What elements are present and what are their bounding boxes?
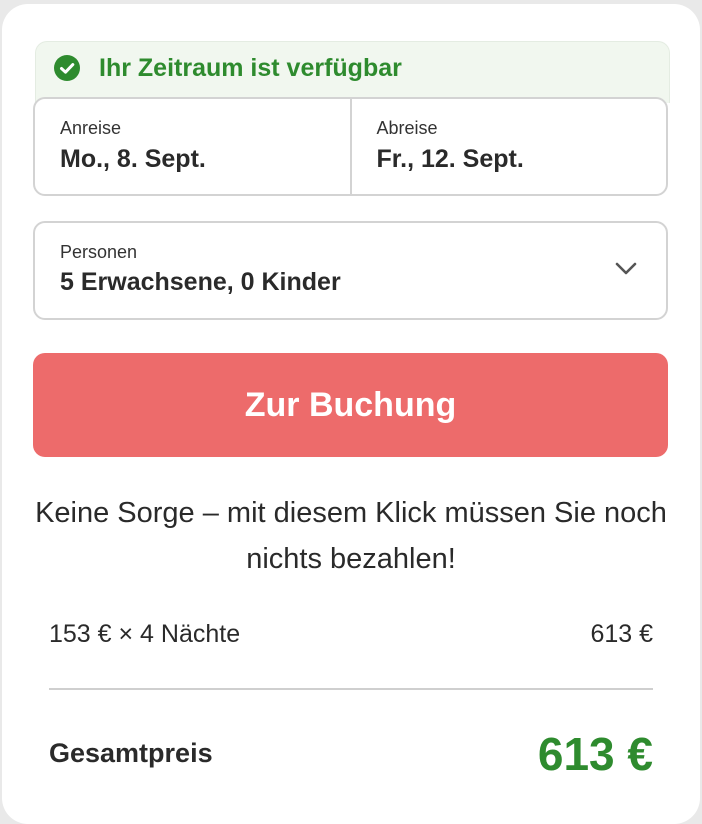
total-label: Gesamtpreis bbox=[49, 738, 213, 768]
chevron-down-icon bbox=[614, 261, 638, 277]
arrival-label: Anreise bbox=[60, 118, 122, 138]
guests-value: 5 Erwachsene, 0 Kinder bbox=[60, 268, 341, 296]
price-line-item: 153 € × 4 Nächte 613 € bbox=[49, 620, 653, 649]
guests-select[interactable]: Personen 5 Erwachsene, 0 Kinder bbox=[33, 221, 668, 320]
check-circle-icon bbox=[54, 55, 80, 81]
date-range-picker: Anreise Mo., 8. Sept. Abreise Fr., 12. S… bbox=[33, 97, 668, 196]
availability-banner-content: Ihr Zeitraum ist verfügbar bbox=[33, 37, 668, 99]
book-button[interactable]: Zur Buchung bbox=[33, 353, 668, 457]
departure-date-field[interactable]: Abreise Fr., 12. Sept. bbox=[349, 99, 667, 194]
departure-label: Abreise bbox=[376, 118, 438, 138]
total-value: 613 € bbox=[537, 728, 653, 780]
guests-label: Personen bbox=[60, 242, 138, 262]
departure-value: Fr., 12. Sept. bbox=[376, 145, 524, 173]
price-line-value: 613 € bbox=[590, 620, 653, 648]
arrival-date-field[interactable]: Anreise Mo., 8. Sept. bbox=[35, 99, 350, 194]
availability-message: Ihr Zeitraum ist verfügbar bbox=[99, 54, 402, 82]
booking-note: Keine Sorge – mit diesem Klick müssen Si… bbox=[35, 497, 667, 575]
price-line-label: 153 € × 4 Nächte bbox=[49, 620, 241, 648]
arrival-value: Mo., 8. Sept. bbox=[60, 145, 206, 173]
price-divider bbox=[49, 688, 653, 690]
